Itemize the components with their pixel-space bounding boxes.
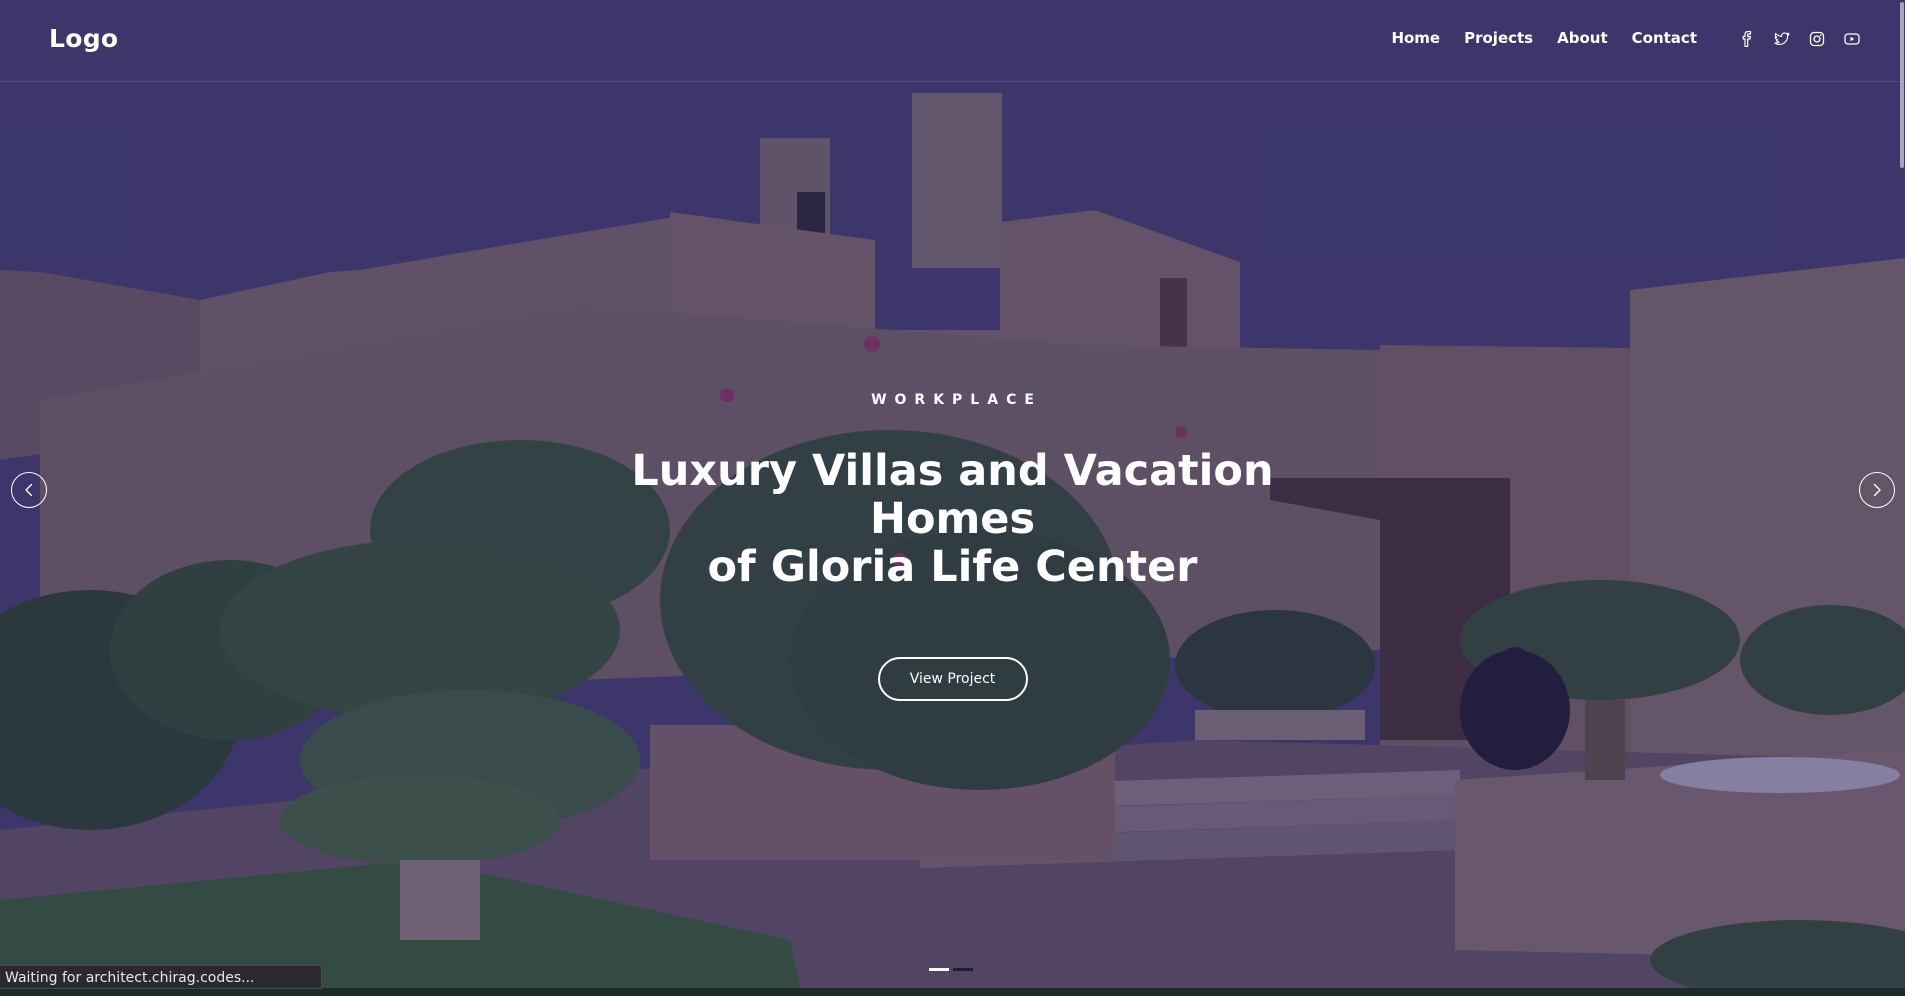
facebook-icon[interactable]: [1738, 30, 1756, 48]
page-bottom-edge: [0, 988, 1905, 996]
hero-title-line-2: of Gloria Life Center: [707, 542, 1198, 592]
social-links: [1738, 30, 1861, 48]
site-logo[interactable]: Logo: [49, 24, 118, 53]
nav-link-about[interactable]: About: [1557, 29, 1608, 47]
main-navigation: Home Projects About Contact: [1391, 29, 1697, 47]
scrollbar-thumb[interactable]: [1900, 2, 1904, 168]
hero-content: WORKPLACE Luxury Villas and Vacation Hom…: [0, 392, 1905, 701]
view-project-button[interactable]: View Project: [877, 657, 1028, 701]
site-header: Logo Home Projects About Contact: [0, 0, 1905, 82]
slider-dot-2[interactable]: [953, 968, 973, 971]
hero-title: Luxury Villas and Vacation Homes of Glor…: [573, 447, 1333, 591]
instagram-icon[interactable]: [1808, 30, 1826, 48]
hero-eyebrow: WORKPLACE: [871, 392, 1042, 408]
page: Logo Home Projects About Contact WORKPLA…: [0, 0, 1905, 996]
hero-title-line-1: Luxury Villas and Vacation Homes: [631, 446, 1274, 544]
slider-pagination: [929, 968, 973, 971]
page-scrollbar[interactable]: [1899, 0, 1905, 996]
slider-dot-1[interactable]: [929, 968, 949, 971]
twitter-icon[interactable]: [1773, 30, 1791, 48]
nav-link-projects[interactable]: Projects: [1464, 29, 1533, 47]
nav-link-contact[interactable]: Contact: [1632, 29, 1697, 47]
nav-link-home[interactable]: Home: [1391, 29, 1440, 47]
youtube-icon[interactable]: [1843, 30, 1861, 48]
browser-status-bar: Waiting for architect.chirag.codes...: [0, 965, 322, 989]
